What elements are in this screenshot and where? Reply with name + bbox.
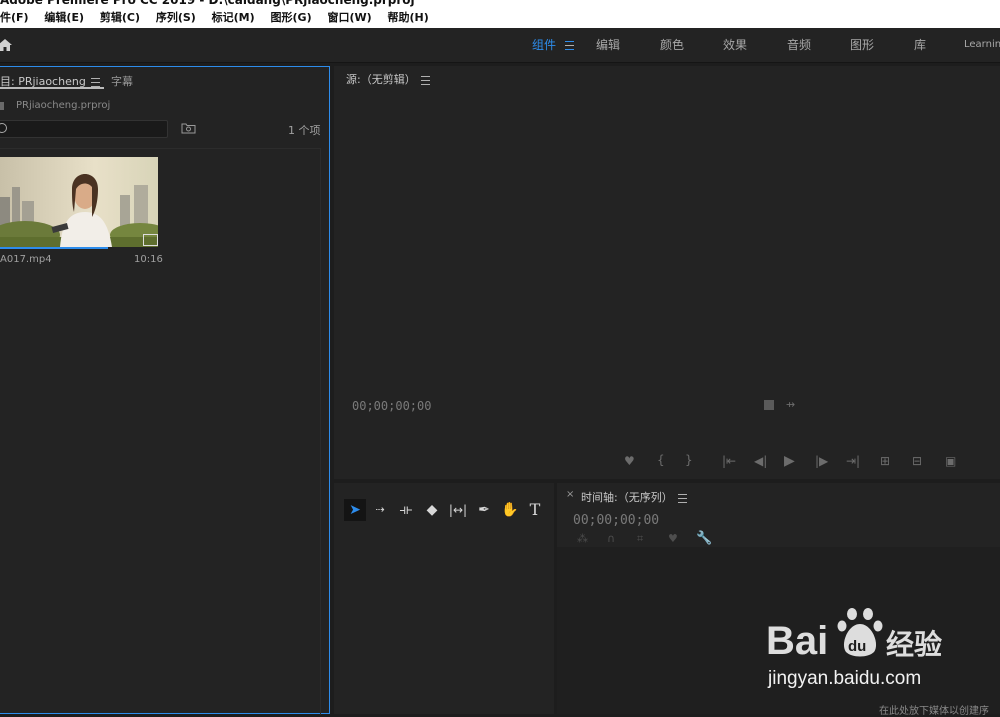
project-file-icon xyxy=(0,102,4,110)
svg-text:Bai: Bai xyxy=(766,619,828,663)
drop-hint: 在此处放下媒体以创建序 xyxy=(879,706,989,717)
workspace-tab-color[interactable]: 颜色 xyxy=(660,28,684,62)
insert-overwrite-icon[interactable]: ⇸ xyxy=(786,398,795,411)
clip-type-icon xyxy=(143,234,158,246)
go-to-in-icon[interactable]: |⇤ xyxy=(722,454,736,468)
safe-margins-icon[interactable] xyxy=(764,400,774,410)
close-icon[interactable]: × xyxy=(566,489,574,500)
clip-usage-bar xyxy=(0,247,108,249)
project-panel: 目: PRjiaocheng 字幕 PRjiaocheng.prproj 1 个… xyxy=(0,66,330,715)
project-file-name: PRjiaocheng.prproj xyxy=(16,100,111,111)
step-forward-icon[interactable]: |▶ xyxy=(815,454,828,468)
home-icon[interactable] xyxy=(0,37,13,53)
search-icon xyxy=(0,123,7,133)
pen-tool-icon[interactable]: ✒ xyxy=(473,499,495,521)
workspace-tab-graphics[interactable]: 图形 xyxy=(850,28,874,62)
svg-text:经验: 经验 xyxy=(886,628,942,661)
menu-help[interactable]: 帮助(H) xyxy=(388,11,429,24)
hand-tool-icon[interactable]: ✋ xyxy=(499,499,521,521)
workspace-tab-effects[interactable]: 效果 xyxy=(723,28,747,62)
menu-edit[interactable]: 编辑(E) xyxy=(44,11,84,24)
workspace-tab-assembly[interactable]: 组件 xyxy=(532,28,575,62)
slip-tool-icon[interactable]: |↔| xyxy=(447,499,469,521)
wrench-icon[interactable]: 🔧 xyxy=(696,531,712,546)
razor-tool-icon[interactable]: ◆ xyxy=(421,499,443,521)
workspace-bar: 组件 编辑 颜色 效果 音频 图形 库 Learning xyxy=(0,28,1000,63)
panel-menu-icon[interactable] xyxy=(90,77,100,87)
tab-project[interactable]: 目: PRjiaocheng xyxy=(0,73,104,89)
tab-captions[interactable]: 字幕 xyxy=(111,73,133,89)
baidu-watermark: Bai du 经验 xyxy=(766,608,942,663)
panel-menu-icon[interactable] xyxy=(420,75,430,85)
workspace-tab-learning[interactable]: Learning xyxy=(964,28,1000,62)
source-timecode[interactable]: 00;00;00;00 xyxy=(352,399,431,413)
source-monitor-panel: 源:（无剪辑） 00;00;00;00 ⇸ ♥ { } |⇤ ◀| ▶ |▶ ⇥… xyxy=(334,66,1000,479)
track-select-tool-icon[interactable]: ⇢ xyxy=(369,499,391,521)
clip-thumbnail[interactable] xyxy=(0,157,158,247)
step-back-icon[interactable]: ◀| xyxy=(754,454,767,468)
new-bin-icon[interactable] xyxy=(181,122,196,134)
tab-source[interactable]: 源:（无剪辑） xyxy=(346,71,430,87)
menu-clip[interactable]: 剪辑(C) xyxy=(100,11,140,24)
workspace-menu-icon[interactable] xyxy=(565,41,575,50)
export-frame-icon[interactable]: ▣ xyxy=(945,454,956,468)
menu-file[interactable]: 件(F) xyxy=(0,11,29,24)
timeline-timecode[interactable]: 00;00;00;00 xyxy=(573,513,659,528)
go-to-out-icon[interactable]: ⇥| xyxy=(846,454,860,468)
panel-menu-icon[interactable] xyxy=(677,493,687,503)
menu-bar: 件(F) 编辑(E) 剪辑(C) 序列(S) 标记(M) 图形(G) 窗口(W)… xyxy=(0,8,1000,28)
clip-name: A017.mp4 xyxy=(0,254,52,265)
mark-out-icon[interactable]: } xyxy=(685,453,693,467)
clip-duration: 10:16 xyxy=(134,254,163,265)
mark-in-icon[interactable]: { xyxy=(657,453,665,467)
tab-timeline[interactable]: 时间轴:（无序列） xyxy=(581,489,687,505)
add-marker-icon[interactable]: ♥ xyxy=(624,454,635,468)
watermark-url: jingyan.baidu.com xyxy=(768,668,922,689)
insert-icon[interactable]: ⊞ xyxy=(880,454,890,468)
workspace-tab-editing[interactable]: 编辑 xyxy=(596,28,620,62)
menu-markers[interactable]: 标记(M) xyxy=(212,11,255,24)
play-icon[interactable]: ▶ xyxy=(784,453,795,469)
tools-panel: ➤ ⇢ ⟛ ◆ |↔| ✒ ✋ T xyxy=(334,483,554,714)
workspace-tab-libraries[interactable]: 库 xyxy=(914,28,926,62)
nest-icon[interactable]: ⁂ xyxy=(577,532,588,545)
selection-tool-icon[interactable]: ➤ xyxy=(344,499,366,521)
menu-sequence[interactable]: 序列(S) xyxy=(156,11,196,24)
workspace-tab-audio[interactable]: 音频 xyxy=(787,28,811,62)
clip-thumbnail-image xyxy=(0,157,158,247)
type-tool-icon[interactable]: T xyxy=(524,499,546,521)
menu-window[interactable]: 窗口(W) xyxy=(327,11,371,24)
menu-graphics[interactable]: 图形(G) xyxy=(271,11,312,24)
ripple-edit-tool-icon[interactable]: ⟛ xyxy=(395,499,417,521)
svg-text:du: du xyxy=(848,638,866,655)
search-input[interactable] xyxy=(0,120,168,138)
snap-icon[interactable]: ∩ xyxy=(607,532,615,545)
add-marker-icon[interactable]: ♥ xyxy=(668,532,678,545)
window-title: Adobe Premiere Pro CC 2019 - D:\caidang\… xyxy=(0,0,1000,8)
item-count: 1 个项 xyxy=(288,124,321,137)
overwrite-icon[interactable]: ⊟ xyxy=(912,454,922,468)
linked-selection-icon[interactable]: ⌗ xyxy=(637,532,643,546)
